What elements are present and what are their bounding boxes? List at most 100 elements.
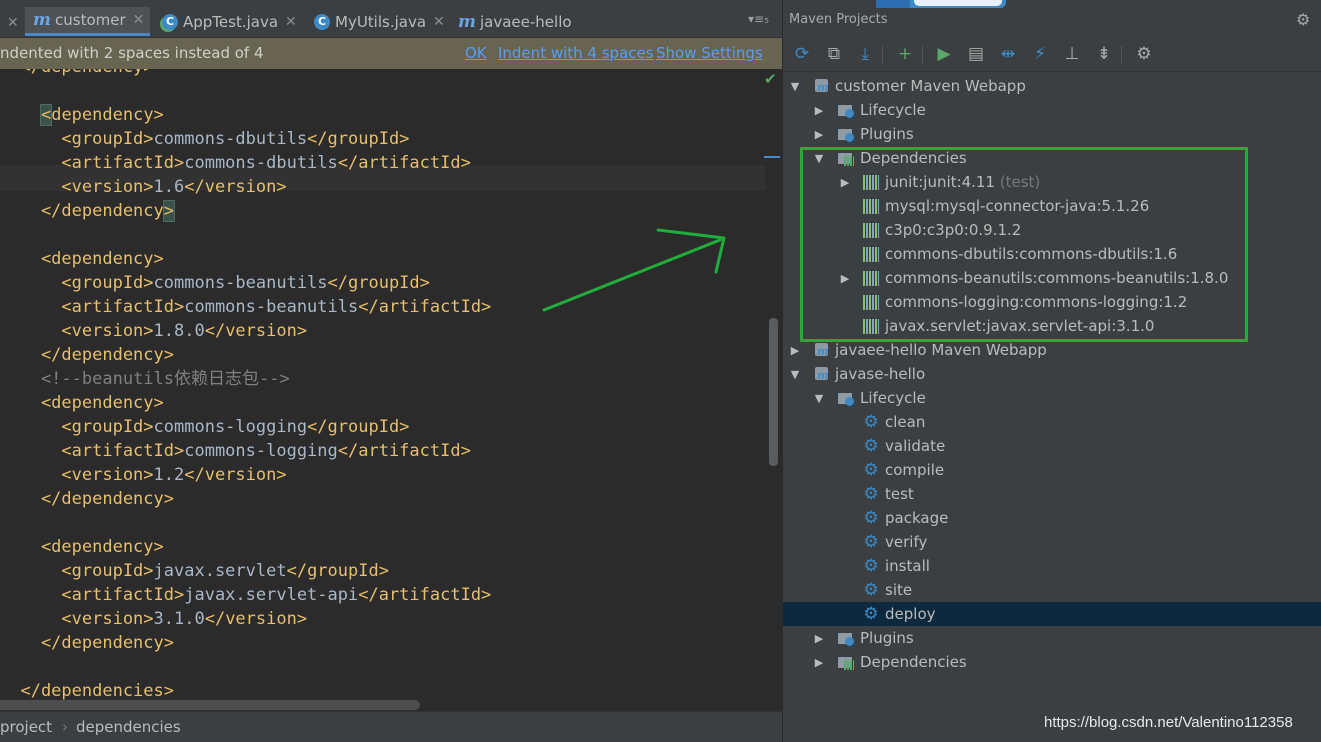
breadcrumb-item-dependencies[interactable]: dependencies xyxy=(76,718,181,736)
tree-node[interactable]: c3p0:c3p0:0.9.1.2 xyxy=(783,218,1321,242)
collapsed-arrow-icon[interactable]: ▶ xyxy=(813,632,825,645)
tree-node[interactable]: ⚙ verify xyxy=(783,530,1321,554)
tab-customer[interactable]: m customer ✕ xyxy=(25,7,150,36)
code-line[interactable]: <version>1.6</version> xyxy=(0,175,286,199)
reimport-icon[interactable]: ⟳ xyxy=(791,43,813,65)
java-test-class-icon: C xyxy=(162,13,178,30)
code-line[interactable]: <dependency> xyxy=(0,535,164,559)
tree-node[interactable]: ▶ m javaee-hello Maven Webapp xyxy=(783,338,1321,362)
tab-myutils[interactable]: C MyUtils.java ✕ xyxy=(314,7,445,36)
expanded-arrow-icon[interactable]: ▼ xyxy=(789,80,801,93)
code-line[interactable]: <version>1.2</version> xyxy=(0,463,286,487)
library-icon xyxy=(862,197,880,215)
maven-project-tree[interactable]: ▼ m customer Maven Webapp ▶ Lifecycle ▶ Plugin… xyxy=(783,74,1321,714)
tab-javaee-hello[interactable]: m javaee-hello xyxy=(458,7,572,36)
tree-node[interactable]: javax.servlet:javax.servlet-api:3.1.0 xyxy=(783,314,1321,338)
tab-apptest[interactable]: C AppTest.java ✕ xyxy=(162,7,297,36)
expanded-arrow-icon[interactable]: ▼ xyxy=(789,368,801,381)
tree-node[interactable]: ▶ Dependencies xyxy=(783,650,1321,674)
code-line[interactable]: <artifactId>commons-logging</artifactId> xyxy=(0,439,470,463)
collapsed-arrow-icon[interactable]: ▶ xyxy=(839,272,851,285)
code-line[interactable]: <dependency> xyxy=(0,103,164,127)
show-settings-link[interactable]: Show Settings xyxy=(656,44,763,62)
code-line[interactable]: <artifactId>javax.servlet-api</artifactI… xyxy=(0,583,491,607)
generate-sources-icon[interactable]: ⧉ xyxy=(823,43,845,65)
horizontal-scrollbar[interactable] xyxy=(0,700,420,710)
panel-settings-icon[interactable]: ⚙ xyxy=(1296,10,1310,29)
code-line[interactable]: <groupId>commons-dbutils</groupId> xyxy=(0,127,409,151)
toggle-offline-icon[interactable]: ⇹ xyxy=(997,43,1019,65)
tree-node[interactable]: ▼ m javase-hello xyxy=(783,362,1321,386)
download-icon[interactable]: ⤓ xyxy=(854,43,876,65)
code-line[interactable]: <version>3.1.0</version> xyxy=(0,607,307,631)
tree-node[interactable]: ▼ m customer Maven Webapp xyxy=(783,74,1321,98)
collapsed-arrow-icon[interactable]: ▶ xyxy=(789,344,801,357)
tab-list-menu-icon[interactable]: ▾≡₅ xyxy=(748,12,769,26)
tree-node[interactable]: ⚙ validate xyxy=(783,434,1321,458)
show-dependencies-icon[interactable]: ⊥ xyxy=(1061,43,1083,65)
expanded-arrow-icon[interactable]: ▼ xyxy=(813,392,825,405)
add-icon[interactable]: + xyxy=(894,43,916,65)
run-icon[interactable]: ▶ xyxy=(933,43,955,65)
tree-node[interactable]: ⚙ clean xyxy=(783,410,1321,434)
code-line[interactable]: <groupId>commons-beanutils</groupId> xyxy=(0,271,429,295)
tree-node[interactable]: ▼ Dependencies xyxy=(783,146,1321,170)
tree-node[interactable]: ▶ Lifecycle xyxy=(783,98,1321,122)
settings-icon[interactable]: ⚙ xyxy=(1133,43,1155,65)
tree-node[interactable]: ⚙ compile xyxy=(783,458,1321,482)
tree-node[interactable]: commons-logging:commons-logging:1.2 xyxy=(783,290,1321,314)
close-icon[interactable]: ✕ xyxy=(7,15,19,31)
tree-node-label: Plugins xyxy=(860,629,914,647)
ok-link[interactable]: OK xyxy=(465,44,487,62)
code-token: beanutils xyxy=(81,369,175,389)
error-stripe-marker[interactable] xyxy=(764,156,780,158)
tree-node[interactable]: mysql:mysql-connector-java:5.1.26 xyxy=(783,194,1321,218)
folder-gear-icon xyxy=(837,125,855,143)
tree-node[interactable]: ▶ Plugins xyxy=(783,626,1321,650)
collapsed-arrow-icon[interactable]: ▶ xyxy=(813,128,825,141)
tree-node-text: verify xyxy=(885,533,928,551)
tree-node[interactable]: ⚙ site xyxy=(783,578,1321,602)
tab-close-prev[interactable]: ✕ xyxy=(0,8,19,37)
tree-node[interactable]: ▼ Lifecycle xyxy=(783,386,1321,410)
collapsed-arrow-icon[interactable]: ▶ xyxy=(813,656,825,669)
code-line[interactable]: <dependency> xyxy=(0,391,164,415)
code-line[interactable]: <groupId>javax.servlet</groupId> xyxy=(0,559,389,583)
run-config-icon[interactable]: ▤ xyxy=(965,43,987,65)
vertical-scrollbar[interactable] xyxy=(769,318,778,466)
skip-tests-icon[interactable]: ⚡ xyxy=(1029,43,1051,65)
code-token: </version> xyxy=(204,609,308,629)
code-editor[interactable]: </dependency> <dependency> <groupId>comm… xyxy=(0,69,766,710)
close-icon[interactable]: ✕ xyxy=(433,14,445,30)
code-token: commons-logging xyxy=(184,441,338,461)
close-icon[interactable]: ✕ xyxy=(285,14,297,30)
tree-node[interactable]: commons-dbutils:commons-dbutils:1.6 xyxy=(783,242,1321,266)
expanded-arrow-icon[interactable]: ▼ xyxy=(813,152,825,165)
collapsed-arrow-icon[interactable]: ▶ xyxy=(813,104,825,117)
code-line[interactable]: <artifactId>commons-beanutils</artifactI… xyxy=(0,295,491,319)
code-line[interactable]: </dependency> xyxy=(0,487,174,511)
code-line[interactable]: <dependency> xyxy=(0,247,164,271)
close-icon[interactable]: ✕ xyxy=(133,12,145,28)
indent-link[interactable]: Indent with 4 spaces xyxy=(498,44,654,62)
code-line[interactable]: <!--beanutils依赖日志包--> xyxy=(0,367,290,391)
tree-node[interactable]: ⚙ deploy xyxy=(783,602,1321,626)
code-token: < xyxy=(39,104,53,126)
code-line[interactable]: </dependency> xyxy=(0,343,174,367)
tree-node[interactable]: ▶ Plugins xyxy=(783,122,1321,146)
tree-node[interactable]: ▶ junit:junit:4.11 (test) xyxy=(783,170,1321,194)
code-line[interactable]: <version>1.8.0</version> xyxy=(0,319,307,343)
tree-node[interactable]: ⚙ install xyxy=(783,554,1321,578)
code-token: </dependency> xyxy=(0,345,174,365)
tree-node[interactable]: ⚙ test xyxy=(783,482,1321,506)
code-line[interactable]: <groupId>commons-logging</groupId> xyxy=(0,415,409,439)
collapse-all-icon[interactable]: ⇟ xyxy=(1093,43,1115,65)
code-line[interactable]: </dependency> xyxy=(0,199,176,223)
breadcrumb-item-project[interactable]: project xyxy=(0,718,52,736)
tree-node[interactable]: ▶ commons-beanutils:commons-beanutils:1.8… xyxy=(783,266,1321,290)
code-line[interactable]: <artifactId>commons-dbutils</artifactId> xyxy=(0,151,470,175)
code-line[interactable]: </dependency> xyxy=(0,69,153,79)
tree-node[interactable]: ⚙ package xyxy=(783,506,1321,530)
collapsed-arrow-icon[interactable]: ▶ xyxy=(839,176,851,189)
code-line[interactable]: </dependency> xyxy=(0,631,174,655)
